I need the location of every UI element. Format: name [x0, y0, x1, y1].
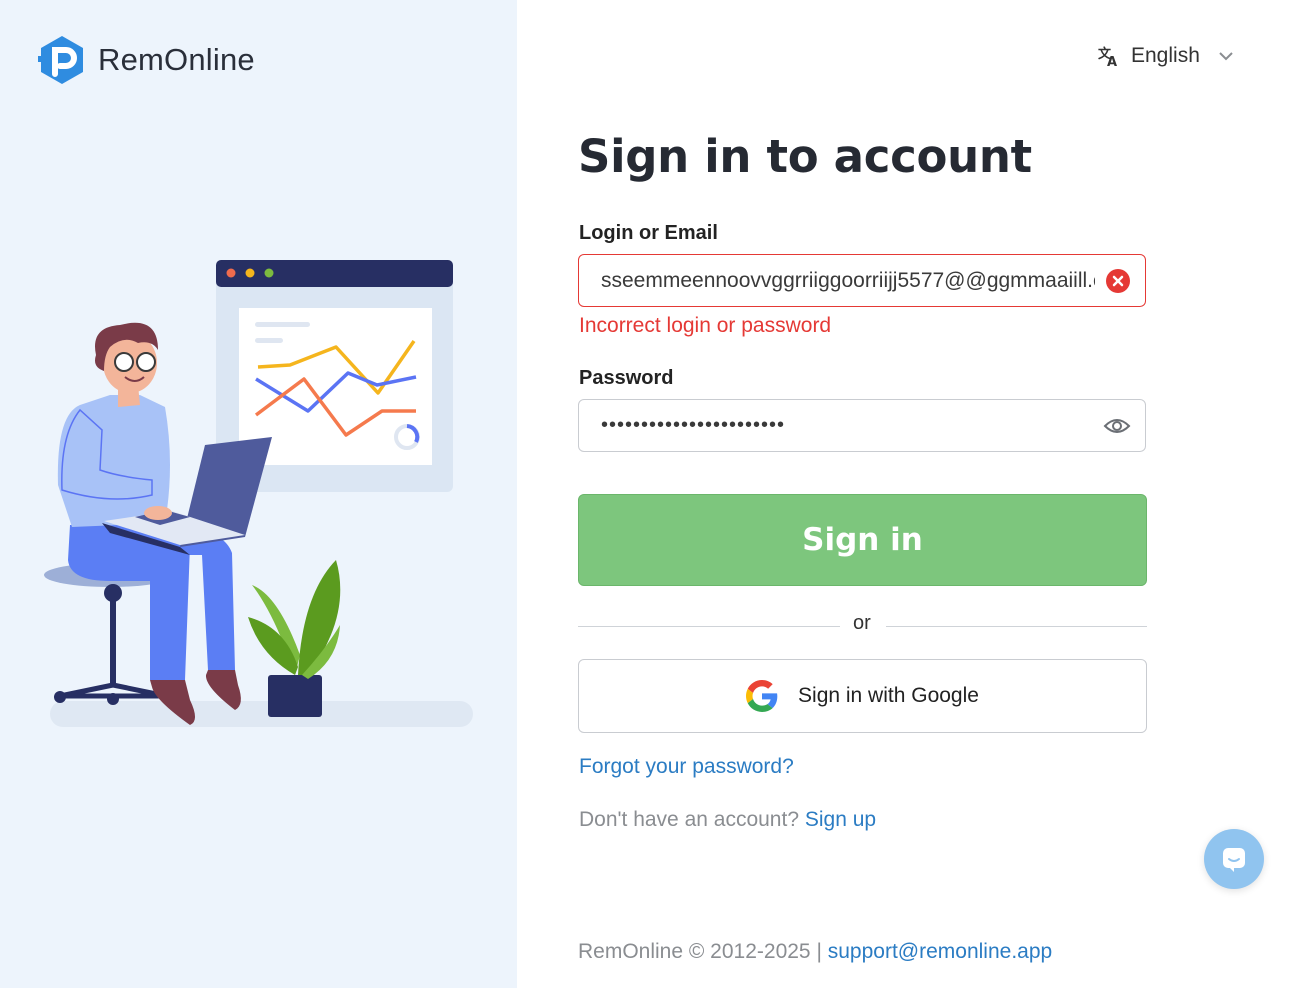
brand-logo[interactable]: RemOnline: [38, 34, 255, 86]
person-with-laptop-illustration: [44, 260, 473, 727]
language-selector[interactable]: 文 A English: [1097, 44, 1234, 68]
eye-icon[interactable]: [1103, 416, 1131, 436]
footer: RemOnline © 2012-2025 | support@remonlin…: [578, 940, 1052, 964]
google-sign-in-button[interactable]: Sign in with Google: [578, 659, 1147, 733]
sign-in-button[interactable]: Sign in: [578, 494, 1147, 586]
google-icon: [746, 680, 778, 712]
signup-prompt: Don't have an account? Sign up: [579, 808, 876, 832]
chevron-down-icon: [1219, 52, 1233, 61]
chat-icon: [1223, 848, 1245, 872]
divider-line-left: [578, 626, 840, 627]
or-divider: or: [578, 612, 1147, 640]
language-label: English: [1131, 44, 1200, 67]
support-email-link[interactable]: support@remonline.app: [828, 940, 1052, 963]
password-field-label: Password: [579, 367, 674, 389]
left-panel: RemOnline: [0, 0, 517, 988]
page-title: Sign in to account: [578, 130, 1032, 183]
chat-support-button[interactable]: [1204, 829, 1264, 889]
login-field-label: Login or Email: [579, 222, 718, 244]
sign-up-link[interactable]: Sign up: [805, 808, 876, 831]
google-button-label: Sign in with Google: [798, 684, 979, 707]
brand-name: RemOnline: [98, 42, 255, 77]
error-message: Incorrect login or password: [579, 314, 832, 337]
no-account-text: Don't have an account?: [579, 808, 799, 831]
copyright-text: RemOnline © 2012-2025 |: [578, 940, 822, 963]
divider-line-right: [886, 626, 1147, 627]
translate-icon: 文 A: [1098, 46, 1117, 67]
forgot-password-link[interactable]: Forgot your password?: [579, 755, 794, 779]
remonline-logo-icon: [38, 36, 83, 84]
login-field-box: [578, 254, 1146, 307]
password-field-box: [578, 399, 1146, 452]
login-email-input[interactable]: [601, 268, 1095, 293]
clear-input-icon[interactable]: [1105, 268, 1131, 294]
svg-text:A: A: [1107, 55, 1117, 67]
password-input[interactable]: [601, 414, 1093, 437]
or-label: or: [853, 612, 871, 634]
